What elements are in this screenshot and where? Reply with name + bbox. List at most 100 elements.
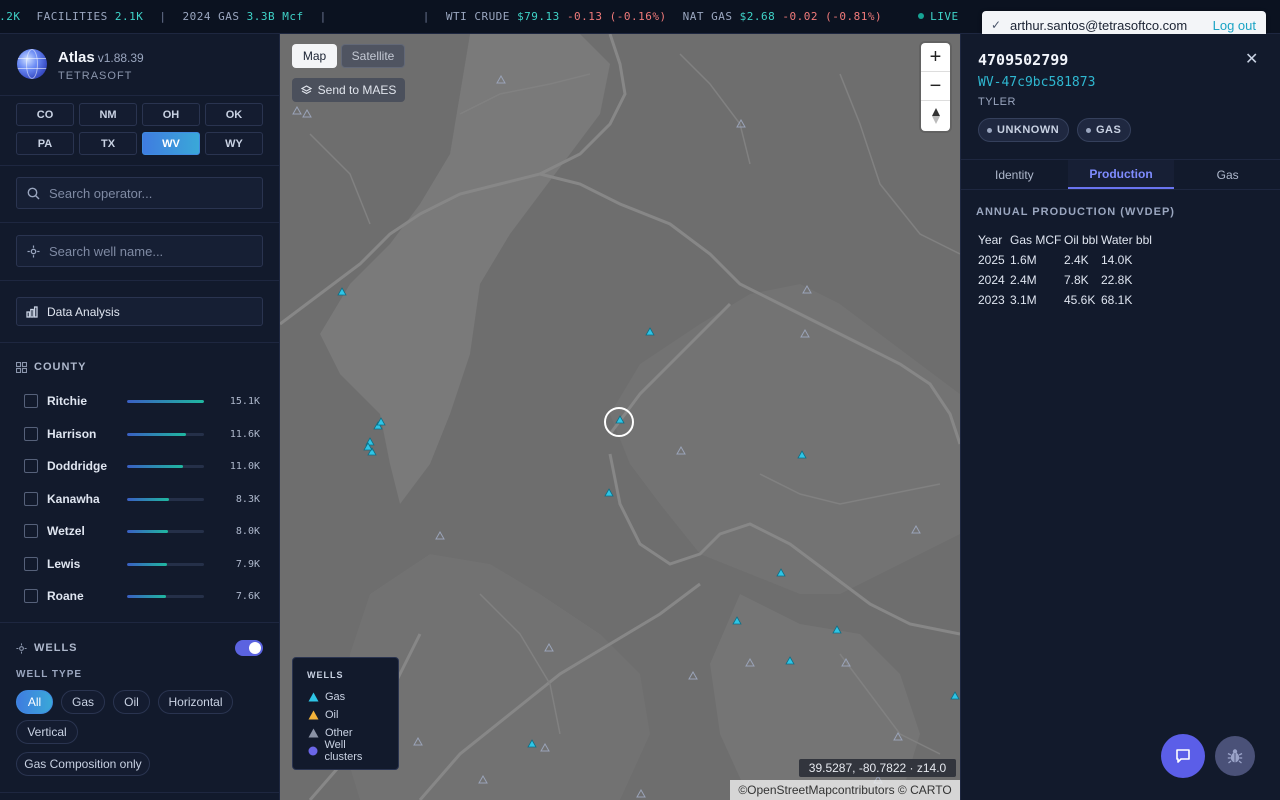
county-share-bar: [127, 529, 204, 533]
map-legend: WELLS Gas Oil Other Well clusters: [292, 657, 399, 770]
county-count: 11.6K: [229, 428, 260, 440]
well-detail-panel: 4709502799 ✕ WV-47c9bc581873 TYLER UNKNO…: [960, 34, 1280, 800]
state-button-ok[interactable]: OK: [205, 103, 263, 126]
well-search-input[interactable]: [49, 243, 249, 259]
state-button-oh[interactable]: OH: [142, 103, 200, 126]
county-row-lewis[interactable]: Lewis 7.9K: [24, 555, 260, 573]
tab-gas[interactable]: Gas: [1174, 160, 1280, 189]
county-section-title: COUNTY: [16, 361, 86, 373]
data-analysis-button[interactable]: Data Analysis: [16, 297, 263, 326]
production-cell: 1.6M: [1010, 253, 1037, 267]
county-name: Doddridge: [47, 459, 107, 473]
close-icon[interactable]: ✕: [1245, 49, 1258, 69]
production-cell: 45.6K: [1064, 293, 1096, 307]
county-share-bar: [127, 594, 204, 598]
production-header: Water bbl: [1101, 233, 1152, 247]
state-button-wy[interactable]: WY: [205, 132, 263, 155]
gas-composition-filter[interactable]: Gas Composition only: [16, 752, 150, 776]
county-row-wetzel[interactable]: Wetzel 8.0K: [24, 522, 260, 540]
tab-production[interactable]: Production: [1067, 160, 1175, 189]
operator-search-input[interactable]: [49, 185, 249, 201]
production-cell: 2024: [978, 273, 1005, 287]
county-row-roane[interactable]: Roane 7.6K: [24, 587, 260, 605]
production-cell: 14.0K: [1101, 253, 1133, 267]
production-cell: 2023: [978, 293, 1005, 307]
well-type-vertical[interactable]: Vertical: [16, 720, 78, 744]
compass-icon: [931, 107, 940, 124]
grid-icon: [16, 361, 27, 373]
county-checkbox[interactable]: [24, 394, 38, 408]
county-row-kanawha[interactable]: Kanawha 8.3K: [24, 490, 260, 508]
bug-icon: [1227, 749, 1243, 764]
state-button-co[interactable]: CO: [16, 103, 74, 126]
county-count: 7.9K: [235, 558, 260, 570]
state-button-pa[interactable]: PA: [16, 132, 74, 155]
send-to-maes-button[interactable]: Send to MAES: [292, 78, 405, 102]
county-checkbox[interactable]: [24, 459, 38, 473]
county-name: Ritchie: [47, 394, 88, 408]
state-button-wv[interactable]: WV: [142, 132, 200, 155]
wells-toggle[interactable]: [235, 640, 263, 656]
map-attribution: © OpenStreetMap contributors © CARTO: [730, 780, 960, 800]
ticker-track: 5.2KFACILITIES 2.1K|2024 GAS 3.3B Mcf||W…: [0, 10, 975, 23]
well-triangle-icon: [307, 728, 319, 738]
table-row: 2025 1.6M 2.4K 14.0K: [978, 250, 1161, 270]
county-row-harrison[interactable]: Harrison 11.6K: [24, 425, 260, 443]
county-share-bar: [127, 497, 204, 501]
user-email: arthur.santos@tetrasoftco.com: [1010, 17, 1188, 33]
detail-tabs: Identity Production Gas: [961, 159, 1280, 190]
map-style-satellite-tab[interactable]: Satellite: [341, 44, 405, 68]
production-header: Year: [978, 233, 1003, 247]
county-row-ritchie[interactable]: Ritchie 15.1K: [24, 392, 260, 410]
layers-icon: [300, 84, 312, 96]
production-cell: 3.1M: [1010, 293, 1037, 307]
state-button-nm[interactable]: NM: [79, 103, 137, 126]
minus-icon: −: [929, 74, 942, 97]
map-view[interactable]: Map Satellite Send to MAES + − WELLS Gas…: [280, 34, 960, 800]
well-type-oil[interactable]: Oil: [113, 690, 150, 714]
reset-bearing-button[interactable]: [921, 101, 950, 130]
bar-chart-icon: [17, 305, 47, 318]
ticker-item: 5.2K: [0, 10, 21, 23]
brand: Atlas v1.88.39 TETRASOFT: [17, 49, 144, 82]
county-share-bar: [127, 464, 204, 468]
cluster-dot-icon: [307, 746, 318, 756]
county-name: Kanawha: [47, 492, 100, 506]
production-cell: 22.8K: [1101, 273, 1133, 287]
logout-link[interactable]: Log out: [1213, 18, 1256, 33]
well-id: WV-47c9bc581873: [978, 75, 1096, 90]
map-style-map-tab[interactable]: Map: [292, 44, 337, 68]
zoom-in-button[interactable]: +: [921, 43, 950, 72]
plus-icon: +: [929, 45, 942, 68]
bug-report-button[interactable]: [1215, 736, 1255, 776]
county-share-bar: [127, 399, 204, 403]
county-name: Lewis: [47, 557, 81, 571]
chat-button[interactable]: [1161, 734, 1205, 778]
zoom-out-button[interactable]: −: [921, 72, 950, 101]
type-badge: GAS: [1077, 118, 1132, 142]
well-type-gas[interactable]: Gas: [61, 690, 105, 714]
legend-item: Oil: [307, 706, 384, 724]
county-checkbox[interactable]: [24, 492, 38, 506]
production-cell: 2.4M: [1010, 273, 1037, 287]
well-type-all[interactable]: All: [16, 690, 53, 714]
county-checkbox[interactable]: [24, 524, 38, 538]
well-county: TYLER: [978, 96, 1016, 108]
table-row: 2023 3.1M 45.6K 68.1K: [978, 290, 1161, 310]
county-checkbox[interactable]: [24, 427, 38, 441]
operator-search: [16, 177, 263, 209]
legend-item: Gas: [307, 688, 384, 706]
state-button-tx[interactable]: TX: [79, 132, 137, 155]
well-type-horizontal[interactable]: Horizontal: [158, 690, 233, 714]
tab-identity[interactable]: Identity: [961, 160, 1068, 189]
well-triangle-icon: [307, 710, 319, 720]
osm-link[interactable]: OpenStreetMap: [747, 783, 832, 797]
county-name: Roane: [47, 589, 84, 603]
legend-item: Well clusters: [307, 739, 384, 763]
county-checkbox[interactable]: [24, 557, 38, 571]
county-row-doddridge[interactable]: Doddridge 11.0K: [24, 457, 260, 475]
check-icon: ✓: [990, 18, 1002, 32]
county-checkbox[interactable]: [24, 589, 38, 603]
data-analysis-label: Data Analysis: [47, 304, 120, 319]
legend-title: WELLS: [307, 670, 344, 680]
